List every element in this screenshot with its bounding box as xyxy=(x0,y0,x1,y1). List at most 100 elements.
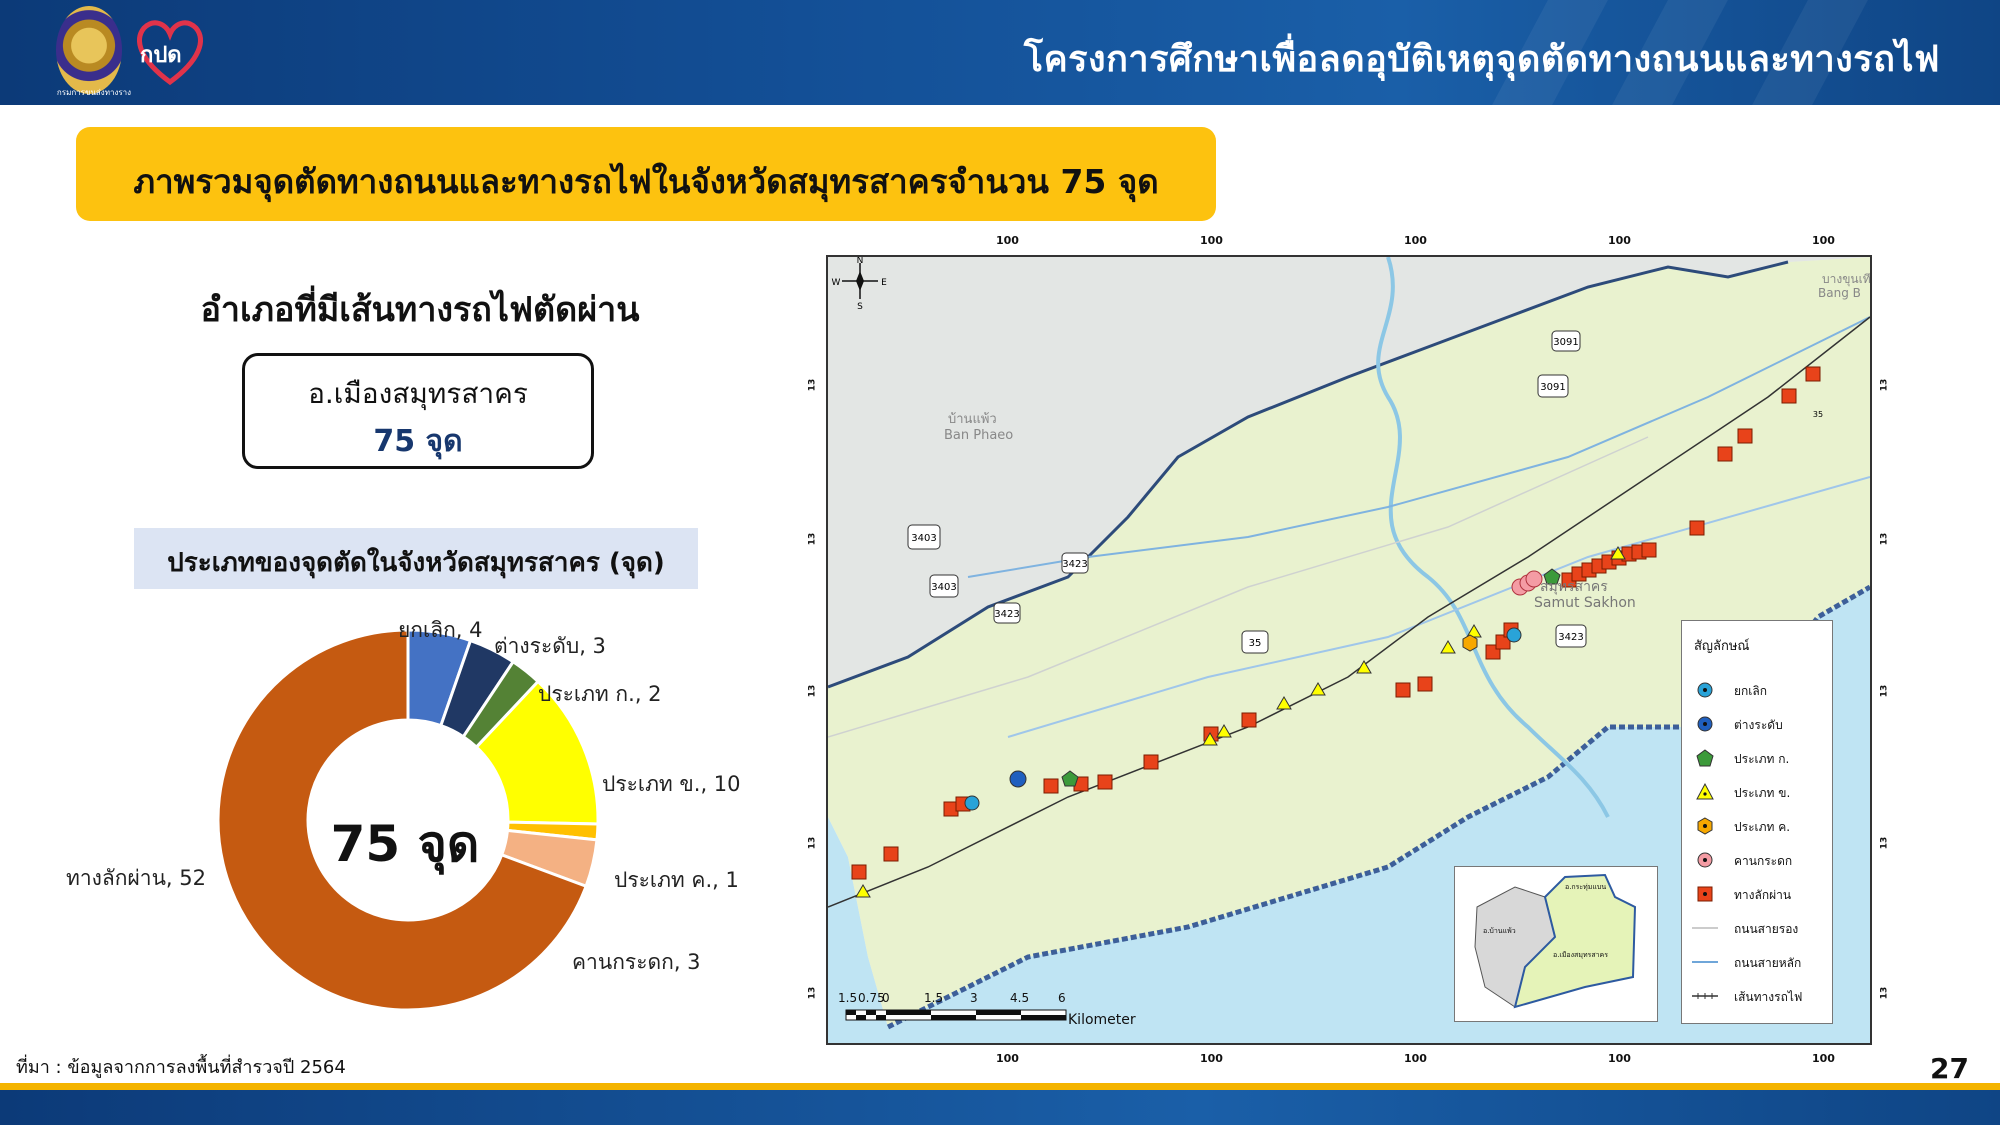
map-coord-right-4: 13 xyxy=(1879,836,1890,850)
legend-item: ทางลักผ่าน xyxy=(1692,881,1832,907)
legend-label: ประเภท ค. xyxy=(1734,820,1791,834)
map-coord-left-1: 13 xyxy=(807,378,818,392)
page-number: 27 xyxy=(1930,1052,1969,1085)
legend-symbol-icon xyxy=(1692,927,1718,929)
kpd-logo-text: กปด xyxy=(140,43,182,68)
svg-text:3423: 3423 xyxy=(1062,559,1087,570)
donut-caption: ประเภทของจุดตัดในจังหวัดสมุทรสาคร (จุด) xyxy=(167,548,665,578)
legend-item: ยกเลิก xyxy=(1692,677,1832,703)
svg-text:6: 6 xyxy=(1058,991,1066,1005)
svg-text:อ.เมืองสมุทรสาคร: อ.เมืองสมุทรสาคร xyxy=(1553,951,1608,959)
map-coord-top-4: 100 xyxy=(1608,234,1631,247)
map-coord-right-3: 13 xyxy=(1879,684,1890,698)
svg-text:35: 35 xyxy=(1249,638,1262,649)
donut-center-label: 75 จุด xyxy=(330,815,480,873)
slice-label-grade-separated: ต่างระดับ, 3 xyxy=(494,634,606,658)
map-coord-right-1: 13 xyxy=(1879,378,1890,392)
slice-label-type-b: ประเภท ข., 10 xyxy=(602,772,741,796)
svg-text:35: 35 xyxy=(1813,410,1823,419)
legend-symbol-icon xyxy=(1697,852,1713,868)
kpd-logo: กปด xyxy=(137,20,203,86)
legend-item: คานกระดก xyxy=(1692,847,1832,873)
map-coord-bottom-5: 100 xyxy=(1812,1052,1835,1065)
svg-text:บ้านแพ้ว: บ้านแพ้ว xyxy=(948,412,997,427)
legend-label: ถนนสายรอง xyxy=(1734,922,1799,936)
header-bar: โครงการศึกษาเพื่อลดอุบัติเหตุจุดตัดทางถน… xyxy=(0,0,2000,105)
svg-text:W: W xyxy=(832,278,841,288)
footer-gold-stripe xyxy=(0,1083,2000,1090)
map-coord-top-1: 100 xyxy=(996,234,1019,247)
map-coord-bottom-2: 100 xyxy=(1200,1052,1223,1065)
department-logo-caption: กรมการขนส่งทางราง xyxy=(56,88,132,97)
map-coord-left-2: 13 xyxy=(807,532,818,546)
svg-text:0.75: 0.75 xyxy=(858,991,885,1005)
map-coord-right-5: 13 xyxy=(1879,986,1890,1000)
map-coord-left-5: 13 xyxy=(807,986,818,1000)
svg-text:3403: 3403 xyxy=(931,582,956,593)
legend-label: คานกระดก xyxy=(1734,854,1793,868)
svg-text:N: N xyxy=(857,257,864,266)
svg-text:Bang B: Bang B xyxy=(1818,286,1861,300)
map-coord-bottom-3: 100 xyxy=(1404,1052,1427,1065)
map-coord-top-2: 100 xyxy=(1200,234,1223,247)
legend-label: ทางลักผ่าน xyxy=(1734,888,1792,902)
svg-text:บางขุนเทียน: บางขุนเทียน xyxy=(1822,272,1870,287)
legend-symbol-icon xyxy=(1692,961,1718,963)
legend-item: เส้นทางรถไฟ xyxy=(1692,983,1832,1009)
map-coord-left-4: 13 xyxy=(807,836,818,850)
map-inset: อ.กระทุ่มแบน อ.บ้านแพ้ว อ.เมืองสมุทรสาคร xyxy=(1454,866,1658,1022)
map-scale-bar: 1.5 0.75 0 1.5 3 4.5 6 Kilometers xyxy=(838,991,1136,1028)
district-heading: อำเภอที่มีเส้นทางรถไฟตัดผ่าน xyxy=(200,290,640,330)
slice-label-illegal: ทางลักผ่าน, 52 xyxy=(66,866,206,890)
title-banner: ภาพรวมจุดตัดทางถนนและทางรถไฟในจังหวัดสมุ… xyxy=(76,127,1216,221)
slice-label-type-a: ประเภท ก., 2 xyxy=(538,682,662,706)
svg-text:1.5: 1.5 xyxy=(838,991,857,1005)
slice-label-barrier: คานกระดก, 3 xyxy=(572,950,701,974)
svg-text:E: E xyxy=(881,278,887,288)
svg-text:Kilometers: Kilometers xyxy=(1068,1012,1136,1028)
svg-text:Samut Sakhon: Samut Sakhon xyxy=(1534,595,1636,611)
svg-text:3091: 3091 xyxy=(1540,382,1565,393)
header-title: โครงการศึกษาเพื่อลดอุบัติเหตุจุดตัดทางถน… xyxy=(1023,39,1940,80)
district-card: อ.เมืองสมุทรสาคร 75 จุด xyxy=(242,353,594,469)
legend-symbol-icon xyxy=(1697,682,1713,698)
banner-title: ภาพรวมจุดตัดทางถนนและทางรถไฟในจังหวัดสมุ… xyxy=(133,162,1159,201)
legend-item: ต่างระดับ xyxy=(1692,711,1832,737)
map-coord-top-5: 100 xyxy=(1812,234,1835,247)
legend-label: ถนนสายหลัก xyxy=(1734,956,1802,970)
legend-symbol-icon xyxy=(1697,817,1713,835)
legend-label: ประเภท ข. xyxy=(1734,786,1791,800)
map-coord-bottom-4: 100 xyxy=(1608,1052,1631,1065)
svg-text:3: 3 xyxy=(970,991,978,1005)
legend-label: ประเภท ก. xyxy=(1734,752,1790,766)
donut-caption-box: ประเภทของจุดตัดในจังหวัดสมุทรสาคร (จุด) xyxy=(134,528,698,589)
map-coord-top-3: 100 xyxy=(1404,234,1427,247)
legend-item: ประเภท ก. xyxy=(1692,745,1832,771)
svg-text:3423: 3423 xyxy=(994,609,1019,620)
legend-item: ถนนสายหลัก xyxy=(1692,949,1832,975)
map-legend: สัญลักษณ์ ยกเลิก ต่างระดับ ประเภท ก. ประเภท… xyxy=(1681,620,1833,1024)
slice-label-type-c: ประเภท ค., 1 xyxy=(614,868,739,892)
legend-item: ประเภท ค. xyxy=(1692,813,1832,839)
source-note: ที่มา : ข้อมูลจากการลงพื้นที่สำรวจปี 256… xyxy=(16,1057,346,1078)
svg-text:4.5: 4.5 xyxy=(1010,991,1029,1005)
svg-text:1.5: 1.5 xyxy=(924,991,943,1005)
district-count: 75 จุด xyxy=(373,424,463,459)
svg-text:อ.กระทุ่มแบน: อ.กระทุ่มแบน xyxy=(1565,883,1606,891)
department-logo xyxy=(56,6,122,94)
slice-label-cancelled: ยกเลิก, 4 xyxy=(398,618,483,642)
map-coord-right-2: 13 xyxy=(1879,532,1890,546)
district-name: อ.เมืองสมุทรสาคร xyxy=(308,377,528,410)
footer-bar xyxy=(0,1090,2000,1125)
svg-text:3091: 3091 xyxy=(1553,337,1578,348)
svg-text:3403: 3403 xyxy=(911,533,936,544)
map-coord-bottom-1: 100 xyxy=(996,1052,1019,1065)
svg-text:อ.บ้านแพ้ว: อ.บ้านแพ้ว xyxy=(1483,927,1516,935)
svg-text:3423: 3423 xyxy=(1558,632,1583,643)
legend-symbol-icon xyxy=(1692,993,1718,999)
legend-item: ประเภท ข. xyxy=(1692,779,1832,805)
legend-symbol-icon xyxy=(1697,716,1713,732)
svg-text:S: S xyxy=(857,302,863,312)
legend-symbol-icon xyxy=(1696,782,1714,800)
legend-label: เส้นทางรถไฟ xyxy=(1734,990,1803,1004)
